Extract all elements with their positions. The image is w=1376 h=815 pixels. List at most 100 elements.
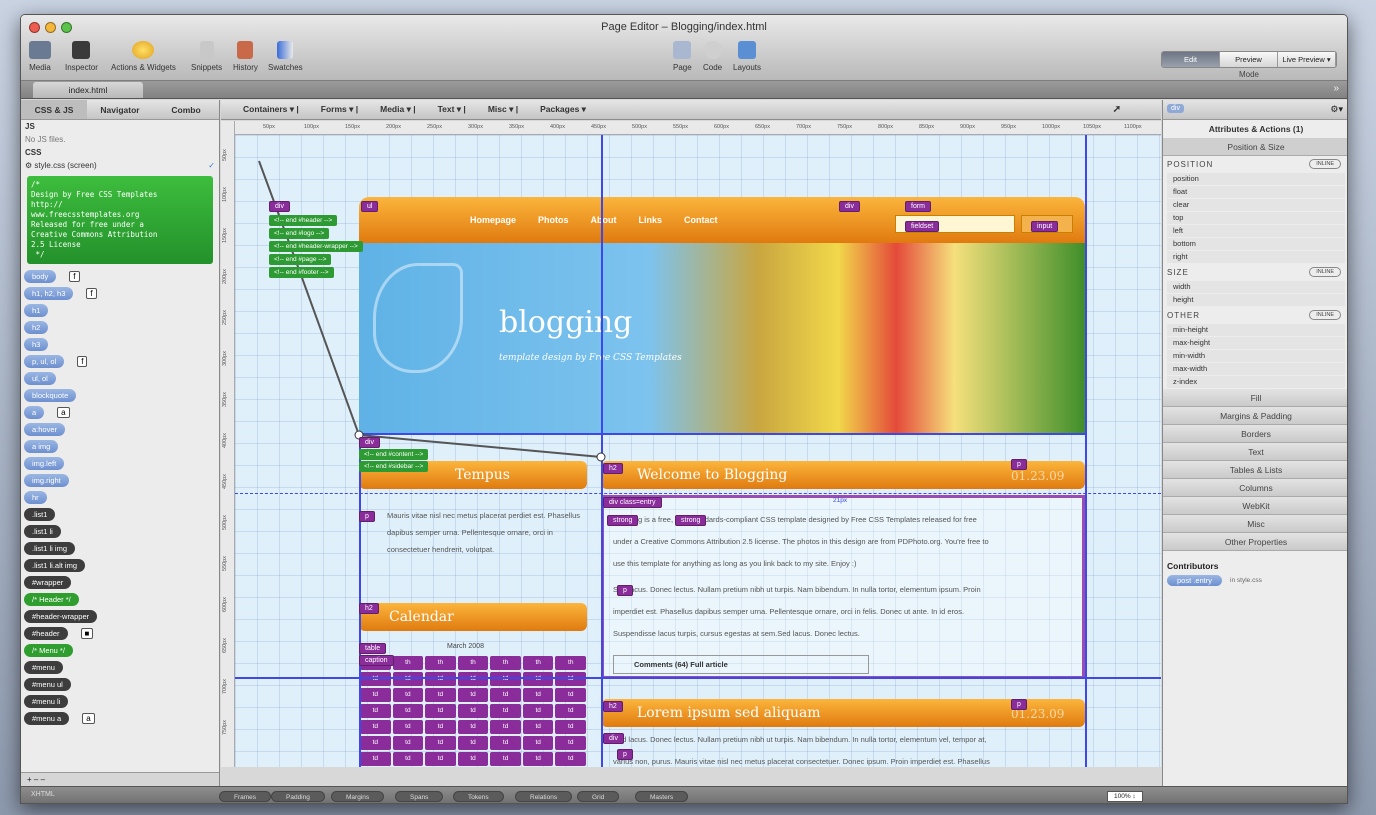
calendar-cell-td[interactable]: td: [522, 704, 554, 718]
table-tag[interactable]: table: [359, 643, 387, 654]
div-tag[interactable]: div: [359, 437, 380, 448]
other-property[interactable]: min-height: [1167, 324, 1345, 336]
calendar-cell-td[interactable]: td: [360, 704, 391, 718]
gear-icon[interactable]: ⚙▾: [1330, 104, 1343, 115]
post1-links[interactable]: Comments (64) Full article: [613, 655, 869, 674]
comment-tag[interactable]: <!-- end #footer -->: [269, 267, 334, 278]
p-tag[interactable]: p: [617, 585, 633, 596]
edit-mode-button[interactable]: Edit: [1162, 52, 1220, 67]
selector-pill[interactable]: ul, ol: [24, 372, 56, 385]
div-tag[interactable]: div: [839, 201, 860, 212]
selector-pill[interactable]: img.right: [24, 474, 69, 487]
add-remove-controls[interactable]: + – –: [21, 772, 219, 786]
media-button[interactable]: Media: [29, 41, 51, 72]
document-tab[interactable]: index.html: [33, 82, 143, 98]
div-tag[interactable]: div: [269, 201, 290, 212]
history-button[interactable]: History: [233, 41, 258, 72]
calendar-cell-td[interactable]: td: [490, 704, 521, 718]
selector-pill[interactable]: h1: [24, 304, 49, 317]
calendar-cell-td[interactable]: td: [392, 688, 424, 702]
h2-tag[interactable]: h2: [603, 463, 623, 474]
frames-button[interactable]: Frames: [219, 791, 272, 802]
calendar-cell-td[interactable]: td: [425, 720, 456, 734]
comment-tag[interactable]: <!-- end #content -->: [359, 449, 429, 460]
tokens-button[interactable]: Tokens: [453, 791, 504, 802]
calendar-cell-th[interactable]: th: [522, 656, 554, 670]
p-tag[interactable]: p: [617, 749, 633, 760]
connector-node[interactable]: [596, 452, 606, 462]
selector-pill[interactable]: h1, h2, h3: [24, 287, 74, 300]
css-comment-block[interactable]: /* Design by Free CSS Templates http:// …: [27, 176, 213, 264]
selector-pill[interactable]: a:hover: [24, 423, 66, 436]
calendar-cell-td[interactable]: td: [555, 752, 587, 766]
selector-pill[interactable]: /* Menu */: [24, 644, 73, 657]
other-property[interactable]: max-height: [1167, 337, 1345, 349]
preview-mode-button[interactable]: Preview: [1220, 52, 1278, 67]
selector-pill[interactable]: a: [24, 406, 45, 419]
calendar-cell-td[interactable]: td: [555, 720, 587, 734]
calendar-cell-td[interactable]: td: [425, 672, 456, 686]
selector-pill[interactable]: h2: [24, 321, 49, 334]
calendar-cell-th[interactable]: th: [457, 656, 489, 670]
h2-tag[interactable]: h2: [603, 701, 623, 712]
position-property[interactable]: float: [1167, 186, 1345, 198]
code-view-button[interactable]: Code: [703, 41, 722, 72]
calendar-cell-td[interactable]: td: [457, 736, 489, 750]
calendar-cell-td[interactable]: td: [425, 704, 456, 718]
calendar-cell-td[interactable]: td: [360, 736, 391, 750]
element-badge[interactable]: div: [1167, 104, 1184, 113]
zoom-select[interactable]: 100% ↕: [1107, 791, 1143, 802]
position-property[interactable]: position: [1167, 173, 1345, 185]
calendar-cell-td[interactable]: td: [360, 688, 391, 702]
media-menu[interactable]: Media ▾ |: [380, 104, 415, 115]
selector-pill[interactable]: #menu a: [24, 712, 70, 725]
size-property[interactable]: width: [1167, 281, 1345, 293]
tab-navigator[interactable]: Navigator: [87, 100, 153, 119]
p-tag[interactable]: p: [359, 511, 375, 522]
position-property[interactable]: bottom: [1167, 238, 1345, 250]
selector-pill[interactable]: #wrapper: [24, 576, 72, 589]
calendar-cell-td[interactable]: td: [425, 688, 456, 702]
strong-tag[interactable]: strong: [675, 515, 707, 526]
inline-toggle[interactable]: INLINE: [1309, 159, 1341, 169]
calendar-cell-td[interactable]: td: [392, 736, 424, 750]
category-text[interactable]: Text: [1163, 443, 1347, 461]
tab-css-js[interactable]: CSS & JS: [21, 100, 87, 119]
calendar-cell-td[interactable]: td: [392, 752, 424, 766]
spans-button[interactable]: Spans: [395, 791, 444, 802]
calendar-cell-td[interactable]: td: [490, 752, 521, 766]
nav-contact[interactable]: Contact: [684, 215, 718, 225]
margins-button[interactable]: Margins: [331, 791, 385, 802]
caption-tag[interactable]: caption: [359, 655, 394, 666]
packages-menu[interactable]: Packages ▾: [540, 104, 586, 115]
selector-pill[interactable]: #menu ul: [24, 678, 71, 691]
category-tables-lists[interactable]: Tables & Lists: [1163, 461, 1347, 479]
ul-tag[interactable]: ul: [361, 201, 379, 212]
selector-pill[interactable]: #menu: [24, 661, 63, 674]
nav-links[interactable]: Links: [639, 215, 663, 225]
category-other-properties[interactable]: Other Properties: [1163, 533, 1347, 551]
contributor-selector[interactable]: post .entry: [1167, 575, 1223, 586]
inline-toggle[interactable]: INLINE: [1309, 310, 1341, 320]
selector-pill[interactable]: .list1 li.alt img: [24, 559, 86, 572]
comment-tag[interactable]: <!-- end #header -->: [269, 215, 338, 226]
calendar-cell-td[interactable]: td: [522, 688, 554, 702]
other-property[interactable]: z-index: [1167, 376, 1345, 388]
selector-pill[interactable]: #header-wrapper: [24, 610, 98, 623]
tab-combo[interactable]: Combo: [153, 100, 219, 119]
calendar-cell-th[interactable]: th: [392, 656, 424, 670]
calendar-cell-td[interactable]: td: [392, 704, 424, 718]
other-property[interactable]: max-width: [1167, 363, 1345, 375]
selector-pill[interactable]: /* Header */: [24, 593, 79, 606]
calendar-cell-td[interactable]: td: [425, 736, 456, 750]
inspector-button[interactable]: Inspector: [65, 41, 98, 72]
strong-tag[interactable]: strong: [607, 515, 639, 526]
comment-tag[interactable]: <!-- end #header-wrapper -->: [269, 241, 363, 252]
calendar-cell-td[interactable]: td: [555, 704, 587, 718]
calendar-cell-td[interactable]: td: [490, 736, 521, 750]
masters-button[interactable]: Masters: [635, 791, 689, 802]
snippets-button[interactable]: Snippets: [191, 41, 222, 72]
calendar-cell-td[interactable]: td: [522, 752, 554, 766]
calendar-cell-td[interactable]: td: [522, 720, 554, 734]
calendar-cell-td[interactable]: td: [392, 672, 424, 686]
